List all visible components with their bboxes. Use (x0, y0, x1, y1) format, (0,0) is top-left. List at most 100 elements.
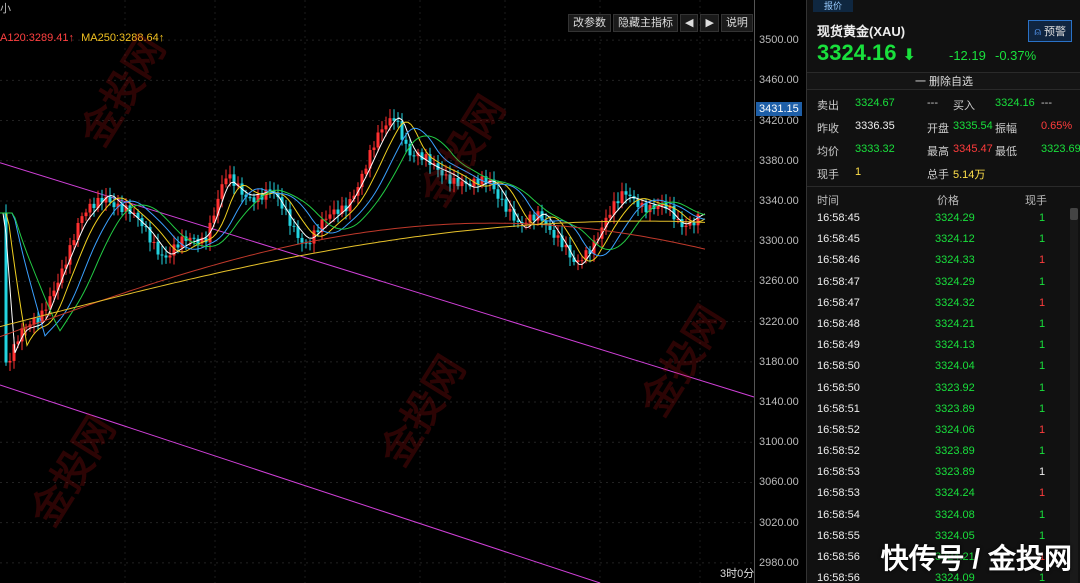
candle-body (156, 241, 160, 255)
price-tick-label: 3420.00 (759, 114, 799, 127)
candle-body (192, 237, 196, 239)
candlestick-chart[interactable] (0, 0, 806, 583)
quote-row: 均价 3333.32 最高 3345.47 最低 3323.69 (817, 143, 1080, 159)
hide-indicator-button[interactable]: 隐藏主指标 (613, 14, 678, 32)
tick-price: 3324.12 (935, 233, 975, 246)
candle-body (180, 236, 184, 248)
price-tick-label: 3020.00 (759, 516, 799, 529)
candle-body (232, 174, 236, 186)
price-tick-label: 3140.00 (759, 396, 799, 409)
quote-row: 卖出 3324.67 --- 买入 3324.16 --- (817, 97, 1079, 113)
next-arrow-icon[interactable]: ▶ (700, 14, 719, 32)
quote-row: 现手 1 总手 5.14万 (817, 166, 1079, 182)
remove-favorite-button[interactable]: 一 删除自选 (807, 72, 1080, 90)
quote-cell: 最高 (927, 146, 949, 158)
current-price-marker: 3431.15 (756, 102, 802, 116)
tick-time: 16:58:56 (817, 572, 860, 583)
prev-arrow-icon[interactable]: ◀ (680, 14, 699, 32)
tick-row: 16:58:47 3324.32 1 (807, 293, 1073, 314)
quote-cell: 昨收 (817, 123, 839, 135)
quote-cell: 最低 (995, 146, 1017, 158)
tick-time: 16:58:55 (817, 529, 860, 542)
tick-row: 16:58:53 3323.89 1 (807, 462, 1073, 483)
candle-body (624, 191, 628, 195)
candle-body (508, 208, 512, 212)
brand-watermark: 快传号 / 金投网 (880, 543, 1072, 574)
candle-body (328, 214, 332, 219)
down-arrow-icon: ⬇ (902, 47, 917, 64)
tick-list[interactable]: 16:58:45 3324.29 1 16:58:45 3324.12 1 16:58:46… (807, 208, 1073, 583)
scroll-thumb[interactable] (1070, 208, 1078, 220)
tick-price: 3324.33 (935, 254, 975, 267)
tick-time: 16:58:51 (817, 402, 860, 415)
quote-cell: 3335.54 (953, 120, 993, 132)
candle-body (556, 235, 560, 238)
candle-body (168, 255, 172, 258)
price-tick-label: 3260.00 (759, 275, 799, 288)
candle-body (176, 244, 180, 248)
tick-volume: 1 (1039, 445, 1046, 458)
candle-body (412, 155, 416, 157)
quote-row: 昨收 3336.35 开盘 3335.54 振幅 0.65% (817, 120, 1079, 136)
last-price-value: 3324.16 (817, 40, 897, 65)
tick-volume: 1 (1039, 381, 1046, 394)
quote-cell: 1 (855, 166, 862, 178)
candle-body (308, 243, 312, 245)
candle-body (460, 181, 464, 187)
candle-body (336, 209, 340, 214)
tick-time: 16:58:53 (817, 466, 860, 479)
quote-cell: 3336.35 (855, 120, 895, 132)
tick-price: 3324.21 (935, 317, 975, 330)
last-price: 3324.16 ⬇ (817, 40, 916, 66)
tick-time: 16:58:53 (817, 487, 860, 500)
tick-price: 3324.08 (935, 508, 975, 521)
chart-toolbar: 改参数 隐藏主指标 ◀ ▶ 说明 (568, 14, 753, 32)
header-price: 价格 (937, 195, 959, 207)
candle-body (8, 360, 12, 363)
explain-button[interactable]: 说明 (720, 14, 753, 32)
price-change-pct: -0.37% (995, 48, 1037, 63)
candle-body (580, 260, 584, 262)
candle-body (448, 174, 452, 184)
candle-body (364, 168, 368, 174)
candle-body (292, 225, 296, 227)
tick-row: 16:58:50 3323.92 1 (807, 378, 1073, 399)
candle-body (248, 197, 252, 199)
tick-volume: 1 (1039, 296, 1046, 309)
candle-body (396, 120, 400, 122)
header-time: 时间 (817, 195, 839, 207)
tick-time: 16:58:46 (817, 254, 860, 267)
candle-body (504, 199, 508, 212)
tick-row: 16:58:45 3324.12 1 (807, 229, 1073, 250)
quote-cell: 开盘 (927, 123, 949, 135)
quote-cell: 卖出 (817, 100, 839, 112)
tick-price: 3323.89 (935, 466, 975, 479)
tick-volume: 1 (1039, 339, 1046, 352)
tick-price: 3323.89 (935, 402, 975, 415)
candle-body (288, 209, 292, 226)
tab-quote[interactable]: 报价 (813, 0, 853, 12)
tick-time: 16:58:47 (817, 296, 860, 309)
time-label: 3时0分 (720, 568, 755, 580)
price-tick-label: 3460.00 (759, 74, 799, 87)
price-tick-label: 3500.00 (759, 34, 799, 47)
candle-body (496, 189, 500, 199)
tick-price: 3323.92 (935, 381, 975, 394)
edit-params-button[interactable]: 改参数 (568, 14, 611, 32)
scrollbar[interactable] (1070, 208, 1078, 583)
tick-volume: 1 (1039, 466, 1046, 479)
chart-area[interactable]: 小 A120:3289.41↑ MA250:3288.64↑ 改参数 隐藏主指标… (0, 0, 806, 583)
tick-time: 16:58:50 (817, 360, 860, 373)
candle-body (376, 132, 380, 148)
candle-body (88, 203, 92, 213)
alert-button[interactable]: ⍝ 预警 (1028, 20, 1072, 42)
candle-body (224, 178, 228, 185)
tick-time: 16:58:47 (817, 275, 860, 288)
quote-cell: 现手 (817, 169, 839, 181)
candle-body (220, 184, 224, 199)
candle-body (616, 201, 620, 204)
candle-body (84, 212, 88, 217)
tick-time: 16:58:54 (817, 508, 860, 521)
candle-body (92, 203, 96, 209)
divider (807, 186, 1080, 187)
